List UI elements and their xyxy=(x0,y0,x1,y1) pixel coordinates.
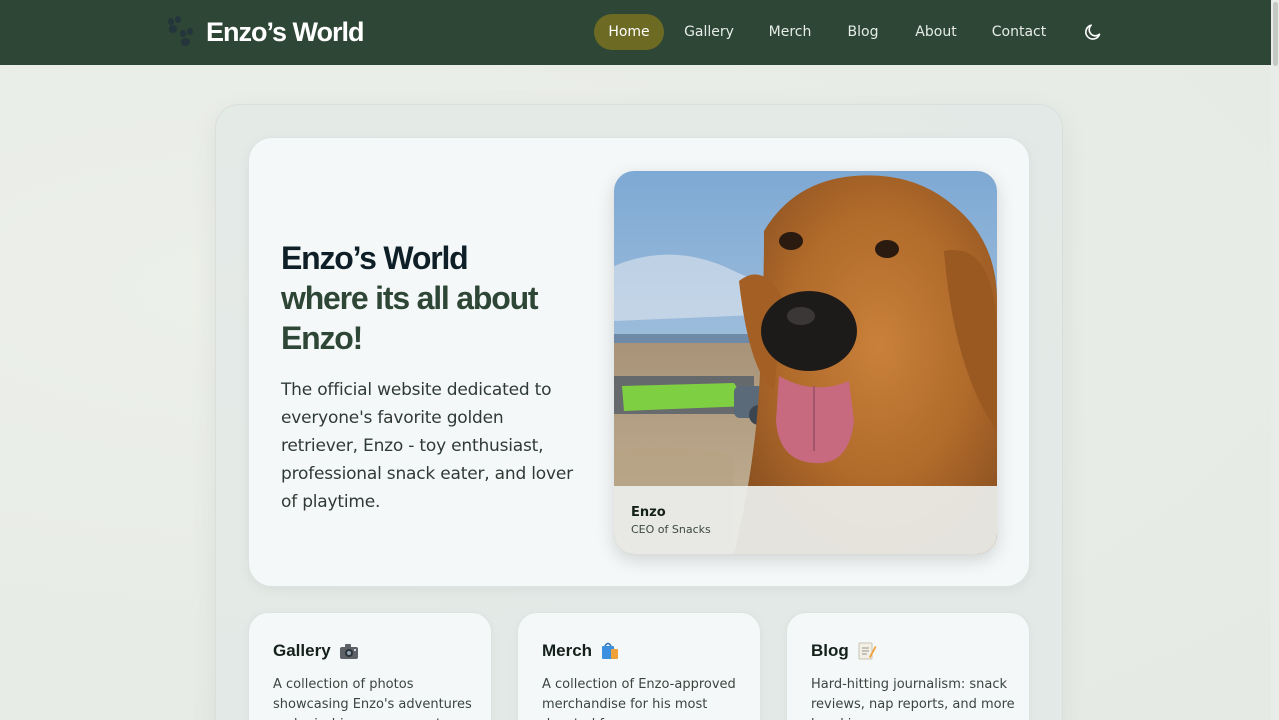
nav-link-about[interactable]: About xyxy=(906,14,966,50)
blog-card-title-text: Blog xyxy=(811,641,849,660)
enzo-photo-card: Enzo CEO of Snacks xyxy=(614,171,997,554)
blog-card-description: Hard-hitting journalism: snack reviews, … xyxy=(811,677,1015,720)
scrollbar-thumb[interactable] xyxy=(1273,2,1278,66)
paw-print-icon xyxy=(164,16,196,48)
gallery-card-description: A collection of photos showcasing Enzo's… xyxy=(273,677,472,720)
nav-link-gallery[interactable]: Gallery xyxy=(676,14,742,50)
hero-title-line2: where its all about xyxy=(281,280,539,316)
nav-link-contact[interactable]: Contact xyxy=(986,14,1052,50)
gallery-card[interactable]: Gallery A collection of photos showcasin… xyxy=(248,612,492,720)
hero-description: The official website dedicated to everyo… xyxy=(281,380,573,512)
merch-card[interactable]: Merch A collection of Enzo-approved merc… xyxy=(517,612,761,720)
gallery-card-title: Gallery xyxy=(273,641,359,661)
blog-card[interactable]: Blog Hard-hitting journalism: snack revi… xyxy=(786,612,1030,720)
merch-card-description: A collection of Enzo-approved merchandis… xyxy=(542,677,736,720)
theme-toggle-moon-icon[interactable] xyxy=(1083,22,1103,42)
camera-icon xyxy=(339,642,359,660)
nav-link-blog[interactable]: Blog xyxy=(838,14,888,50)
hero-title: Enzo’s World where its all about Enzo! xyxy=(281,238,581,358)
caption-role: CEO of Snacks xyxy=(631,523,711,536)
hero-title-line3: Enzo! xyxy=(281,320,363,356)
top-nav: Enzo’s World Home Gallery Merch Blog Abo… xyxy=(0,0,1279,65)
merch-card-title-text: Merch xyxy=(542,641,593,660)
gallery-card-title-text: Gallery xyxy=(273,641,331,660)
memo-icon xyxy=(857,642,877,660)
brand-name: Enzo’s World xyxy=(206,16,365,47)
blog-card-title: Blog xyxy=(811,641,877,661)
nav-link-merch[interactable]: Merch xyxy=(758,14,822,50)
brand[interactable]: Enzo’s World xyxy=(164,14,365,50)
shopping-bag-icon xyxy=(600,642,620,660)
nav-link-home[interactable]: Home xyxy=(594,14,664,50)
caption-name: Enzo xyxy=(631,505,666,520)
merch-card-title: Merch xyxy=(542,641,620,661)
page-scrollbar[interactable] xyxy=(1271,0,1279,720)
hero-title-line1: Enzo’s World xyxy=(281,240,469,276)
photo-caption: Enzo CEO of Snacks xyxy=(614,486,997,554)
